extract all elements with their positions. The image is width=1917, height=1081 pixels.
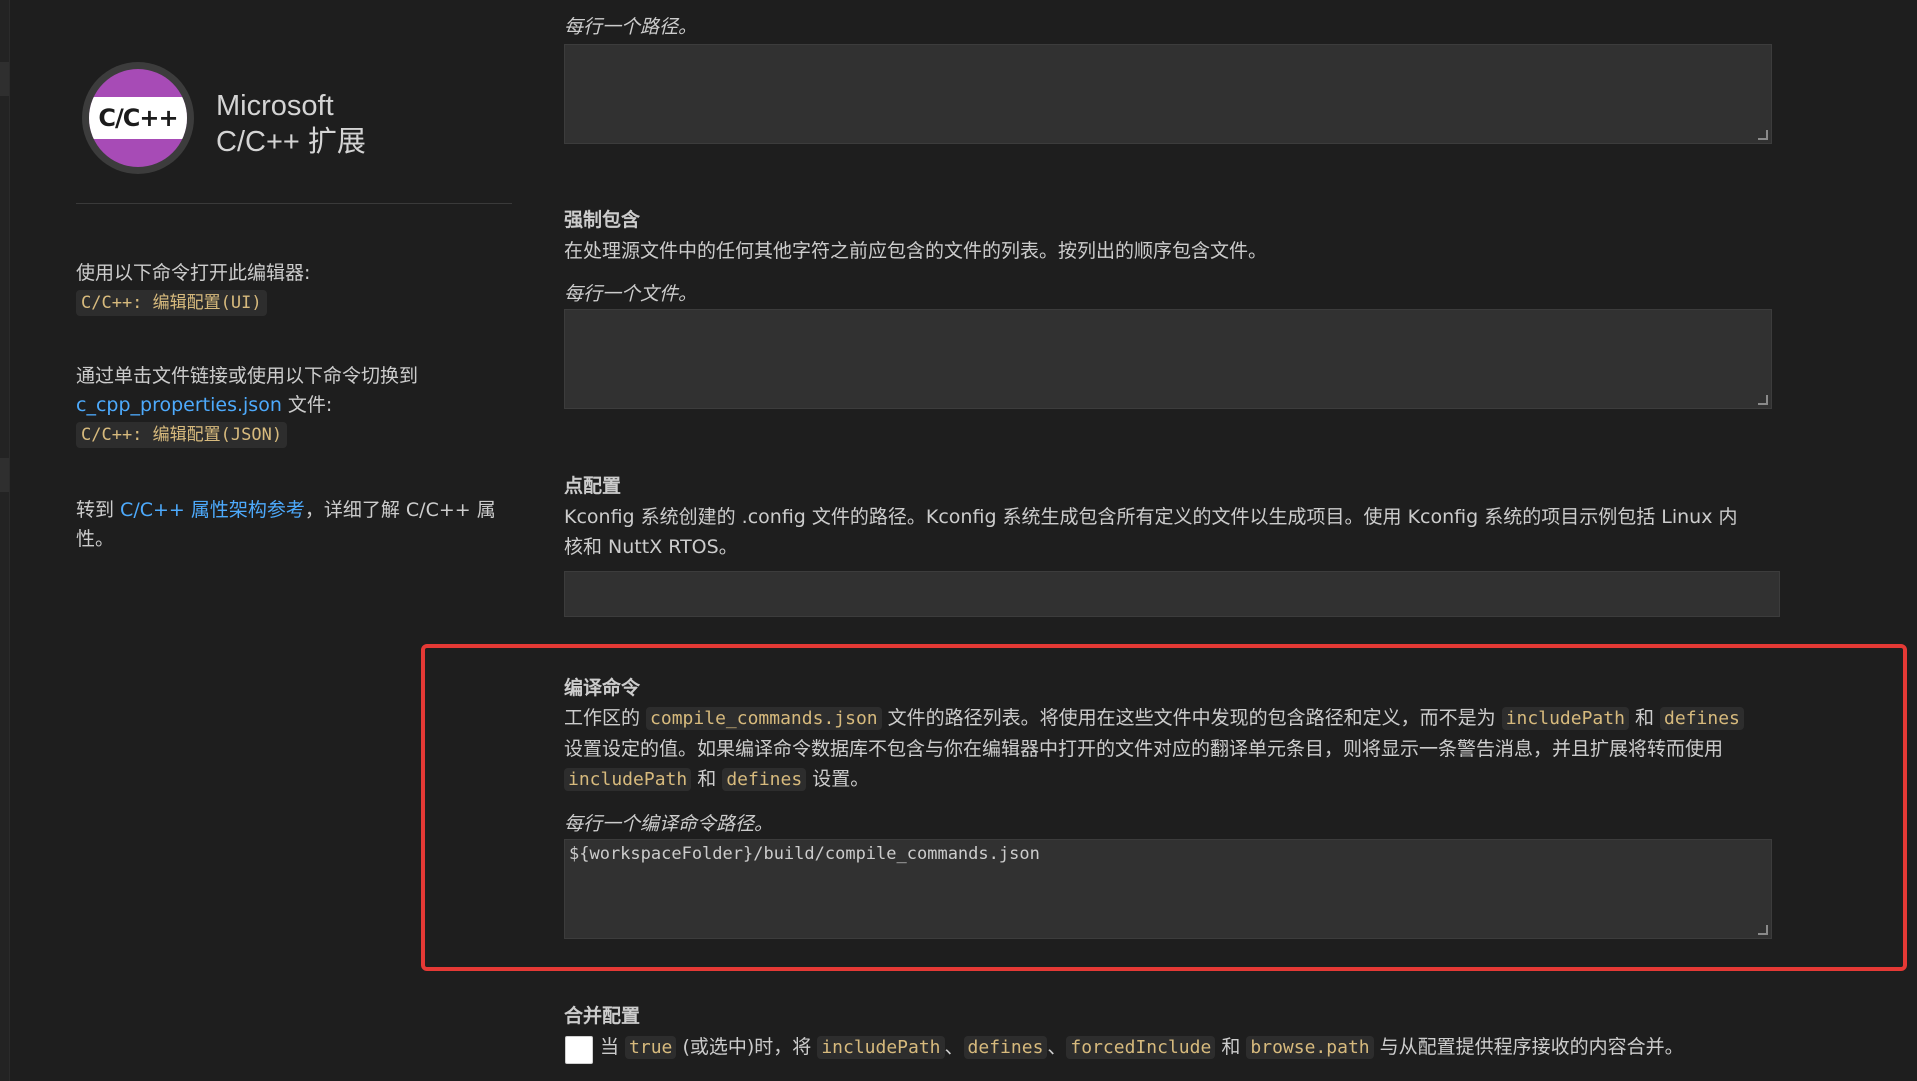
- forced-include-textarea[interactable]: [564, 309, 1772, 409]
- settings-editor: C/C++ Microsoft C/C++ 扩展 使用以下命令打开此编辑器: C…: [0, 0, 1917, 1081]
- merge-config-title: 合并配置: [564, 1005, 641, 1027]
- prev-setting-textarea[interactable]: [564, 44, 1772, 144]
- brand-header: C/C++ Microsoft C/C++ 扩展: [76, 62, 512, 178]
- desc-part: 与从配置提供程序接收的内容合并。: [1373, 1036, 1684, 1058]
- cpp-logo-icon: C/C++: [82, 62, 194, 174]
- editor-gutter: [0, 0, 10, 1081]
- prev-setting-hint: 每行一个路径。: [564, 16, 698, 38]
- gutter-mark: [0, 62, 9, 96]
- switch-json-command: C/C++: 编辑配置(JSON): [76, 422, 288, 448]
- open-editor-text: 使用以下命令打开此编辑器:: [76, 262, 311, 284]
- merge-config-checkbox[interactable]: [565, 1036, 593, 1064]
- forced-include-desc: 在处理源文件中的任何其他字符之前应包含的文件的列表。按列出的顺序包含文件。: [564, 240, 1268, 262]
- merge-config-desc: 当 true (或选中)时，将 includePath、 defines、 forc…: [600, 1032, 1780, 1063]
- resize-grip-icon[interactable]: [1758, 130, 1768, 140]
- dot-config-title: 点配置: [564, 475, 622, 497]
- desc-part: 、: [1047, 1036, 1067, 1058]
- goto-prefix: 转到: [76, 499, 121, 521]
- brand-line1: Microsoft: [216, 90, 334, 122]
- extension-name: Microsoft C/C++ 扩展: [216, 88, 366, 160]
- desc-part: 、: [944, 1036, 964, 1058]
- logo-badge: C/C++: [89, 69, 187, 167]
- resize-grip-icon[interactable]: [1758, 395, 1768, 405]
- open-editor-info: 使用以下命令打开此编辑器: C/C++: 编辑配置(UI): [76, 259, 512, 317]
- true-chip: true: [625, 1036, 677, 1059]
- annotation-highlight-box: [421, 644, 1907, 971]
- forced-include-chip: forcedInclude: [1066, 1036, 1216, 1059]
- forced-include-title: 强制包含: [564, 209, 641, 231]
- desc-part: (或选中)时，将: [676, 1036, 818, 1058]
- schema-reference-info: 转到 C/C++ 属性架构参考，详细了解 C/C++ 属性。: [76, 496, 506, 554]
- brand-line2: C/C++ 扩展: [216, 126, 366, 158]
- browse-path-chip: browse.path: [1246, 1036, 1374, 1059]
- forced-include-hint: 每行一个文件。: [564, 283, 698, 305]
- switch-line: c_cpp_properties.json 文件:: [76, 391, 512, 420]
- dot-config-desc: Kconfig 系统创建的 .config 文件的路径。Kconfig 系统生成…: [564, 506, 1738, 558]
- open-editor-command: C/C++: 编辑配置(UI): [76, 290, 267, 316]
- gutter-mark: [0, 458, 9, 492]
- logo-text: C/C++: [98, 104, 178, 132]
- sidebar-divider: [76, 203, 512, 204]
- switch-text: 通过单击文件链接或使用以下命令切换到: [76, 365, 419, 387]
- schema-reference-link[interactable]: C/C++ 属性架构参考: [120, 499, 305, 521]
- defines-chip: defines: [963, 1036, 1048, 1059]
- desc-part: 和: [1215, 1036, 1247, 1058]
- cpp-properties-link[interactable]: c_cpp_properties.json: [76, 394, 282, 416]
- dot-config-input[interactable]: [564, 571, 1780, 617]
- desc-part: 当: [600, 1036, 626, 1058]
- switch-json-info: 通过单击文件链接或使用以下命令切换到 c_cpp_properties.json…: [76, 362, 512, 449]
- switch-suffix: 文件:: [281, 394, 333, 416]
- include-path-chip: includePath: [817, 1036, 945, 1059]
